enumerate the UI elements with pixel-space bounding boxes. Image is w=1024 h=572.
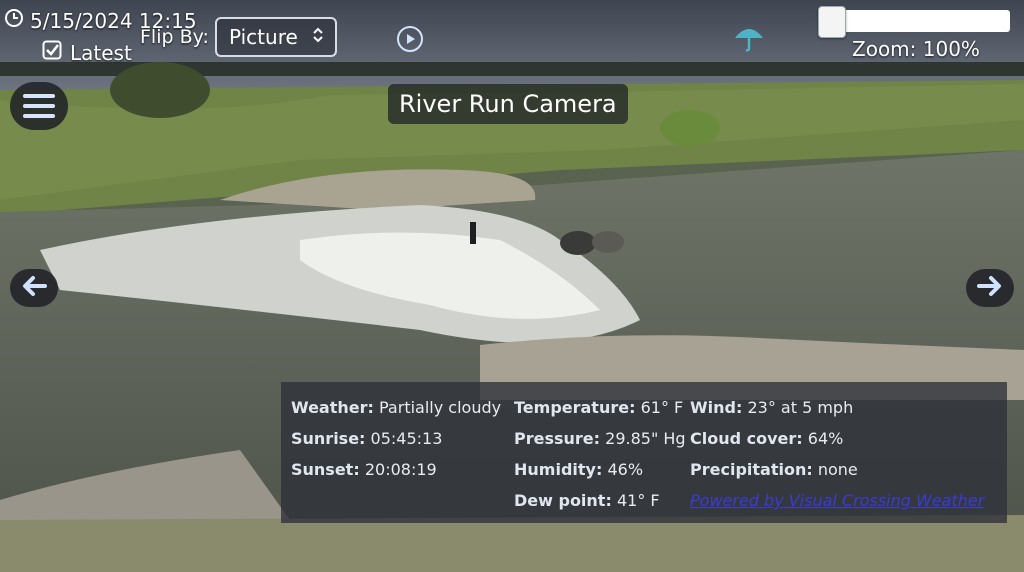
humidity-label: Humidity: <box>514 460 603 479</box>
dew-point-label: Dew point: <box>514 491 612 510</box>
flip-by-select[interactable]: Picture <box>215 17 337 57</box>
sunrise-label: Sunrise: <box>291 429 366 448</box>
pressure-value: 29.85" Hg <box>605 429 686 448</box>
hamburger-icon <box>23 94 55 98</box>
powered-by-field: Powered by Visual Crossing Weather <box>690 491 984 510</box>
temperature-label: Temperature: <box>514 398 636 417</box>
arrow-right-icon <box>977 275 1003 301</box>
latest-checkbox[interactable]: Latest <box>42 40 132 65</box>
precipitation-label: Precipitation: <box>690 460 813 479</box>
sunrise-field: Sunrise: 05:45:13 <box>291 429 442 448</box>
weather-panel: Weather: Partially cloudy Temperature: 6… <box>281 382 1007 523</box>
wind-field: Wind: 23° at 5 mph <box>690 398 853 417</box>
wind-label: Wind: <box>690 398 743 417</box>
wind-value: 23° at 5 mph <box>747 398 854 417</box>
cloud-cover-value: 64% <box>807 429 844 448</box>
precipitation-field: Precipitation: none <box>690 460 858 479</box>
precipitation-value: none <box>817 460 858 479</box>
temperature-value: 61° F <box>640 398 684 417</box>
temperature-field: Temperature: 61° F <box>514 398 683 417</box>
next-button[interactable] <box>966 269 1014 307</box>
clock-icon <box>4 8 24 33</box>
humidity-value: 46% <box>607 460 644 479</box>
cloud-cover-label: Cloud cover: <box>690 429 803 448</box>
umbrella-icon[interactable] <box>733 24 765 56</box>
sunset-field: Sunset: 20:08:19 <box>291 460 437 479</box>
play-button[interactable] <box>397 26 423 52</box>
weather-value: Partially cloudy <box>379 398 502 417</box>
menu-button[interactable] <box>10 82 68 130</box>
previous-button[interactable] <box>10 269 58 307</box>
powered-by-link[interactable]: Powered by Visual Crossing Weather <box>690 491 984 510</box>
latest-label: Latest <box>70 40 132 65</box>
sunset-value: 20:08:19 <box>364 460 437 479</box>
checkbox-checked-icon <box>42 40 62 65</box>
arrow-left-icon <box>21 275 47 301</box>
zoom-slider-thumb[interactable] <box>818 6 846 38</box>
pressure-field: Pressure: 29.85" Hg <box>514 429 686 448</box>
pressure-label: Pressure: <box>514 429 601 448</box>
page-title: River Run Camera <box>388 84 628 124</box>
dew-point-value: 41° F <box>616 491 660 510</box>
sunset-label: Sunset: <box>291 460 360 479</box>
play-icon <box>404 30 416 49</box>
zoom-slider[interactable] <box>818 6 1010 38</box>
chevron-updown-icon <box>311 25 325 49</box>
flip-by-value: Picture <box>229 25 298 49</box>
weather-field: Weather: Partially cloudy <box>291 398 501 417</box>
dew-point-field: Dew point: 41° F <box>514 491 660 510</box>
sunrise-value: 05:45:13 <box>370 429 443 448</box>
cloud-cover-field: Cloud cover: 64% <box>690 429 843 448</box>
humidity-field: Humidity: 46% <box>514 460 643 479</box>
zoom-label: Zoom: 100% <box>852 37 980 61</box>
weather-label: Weather: <box>291 398 374 417</box>
flip-by-label: Flip By: <box>140 26 209 48</box>
